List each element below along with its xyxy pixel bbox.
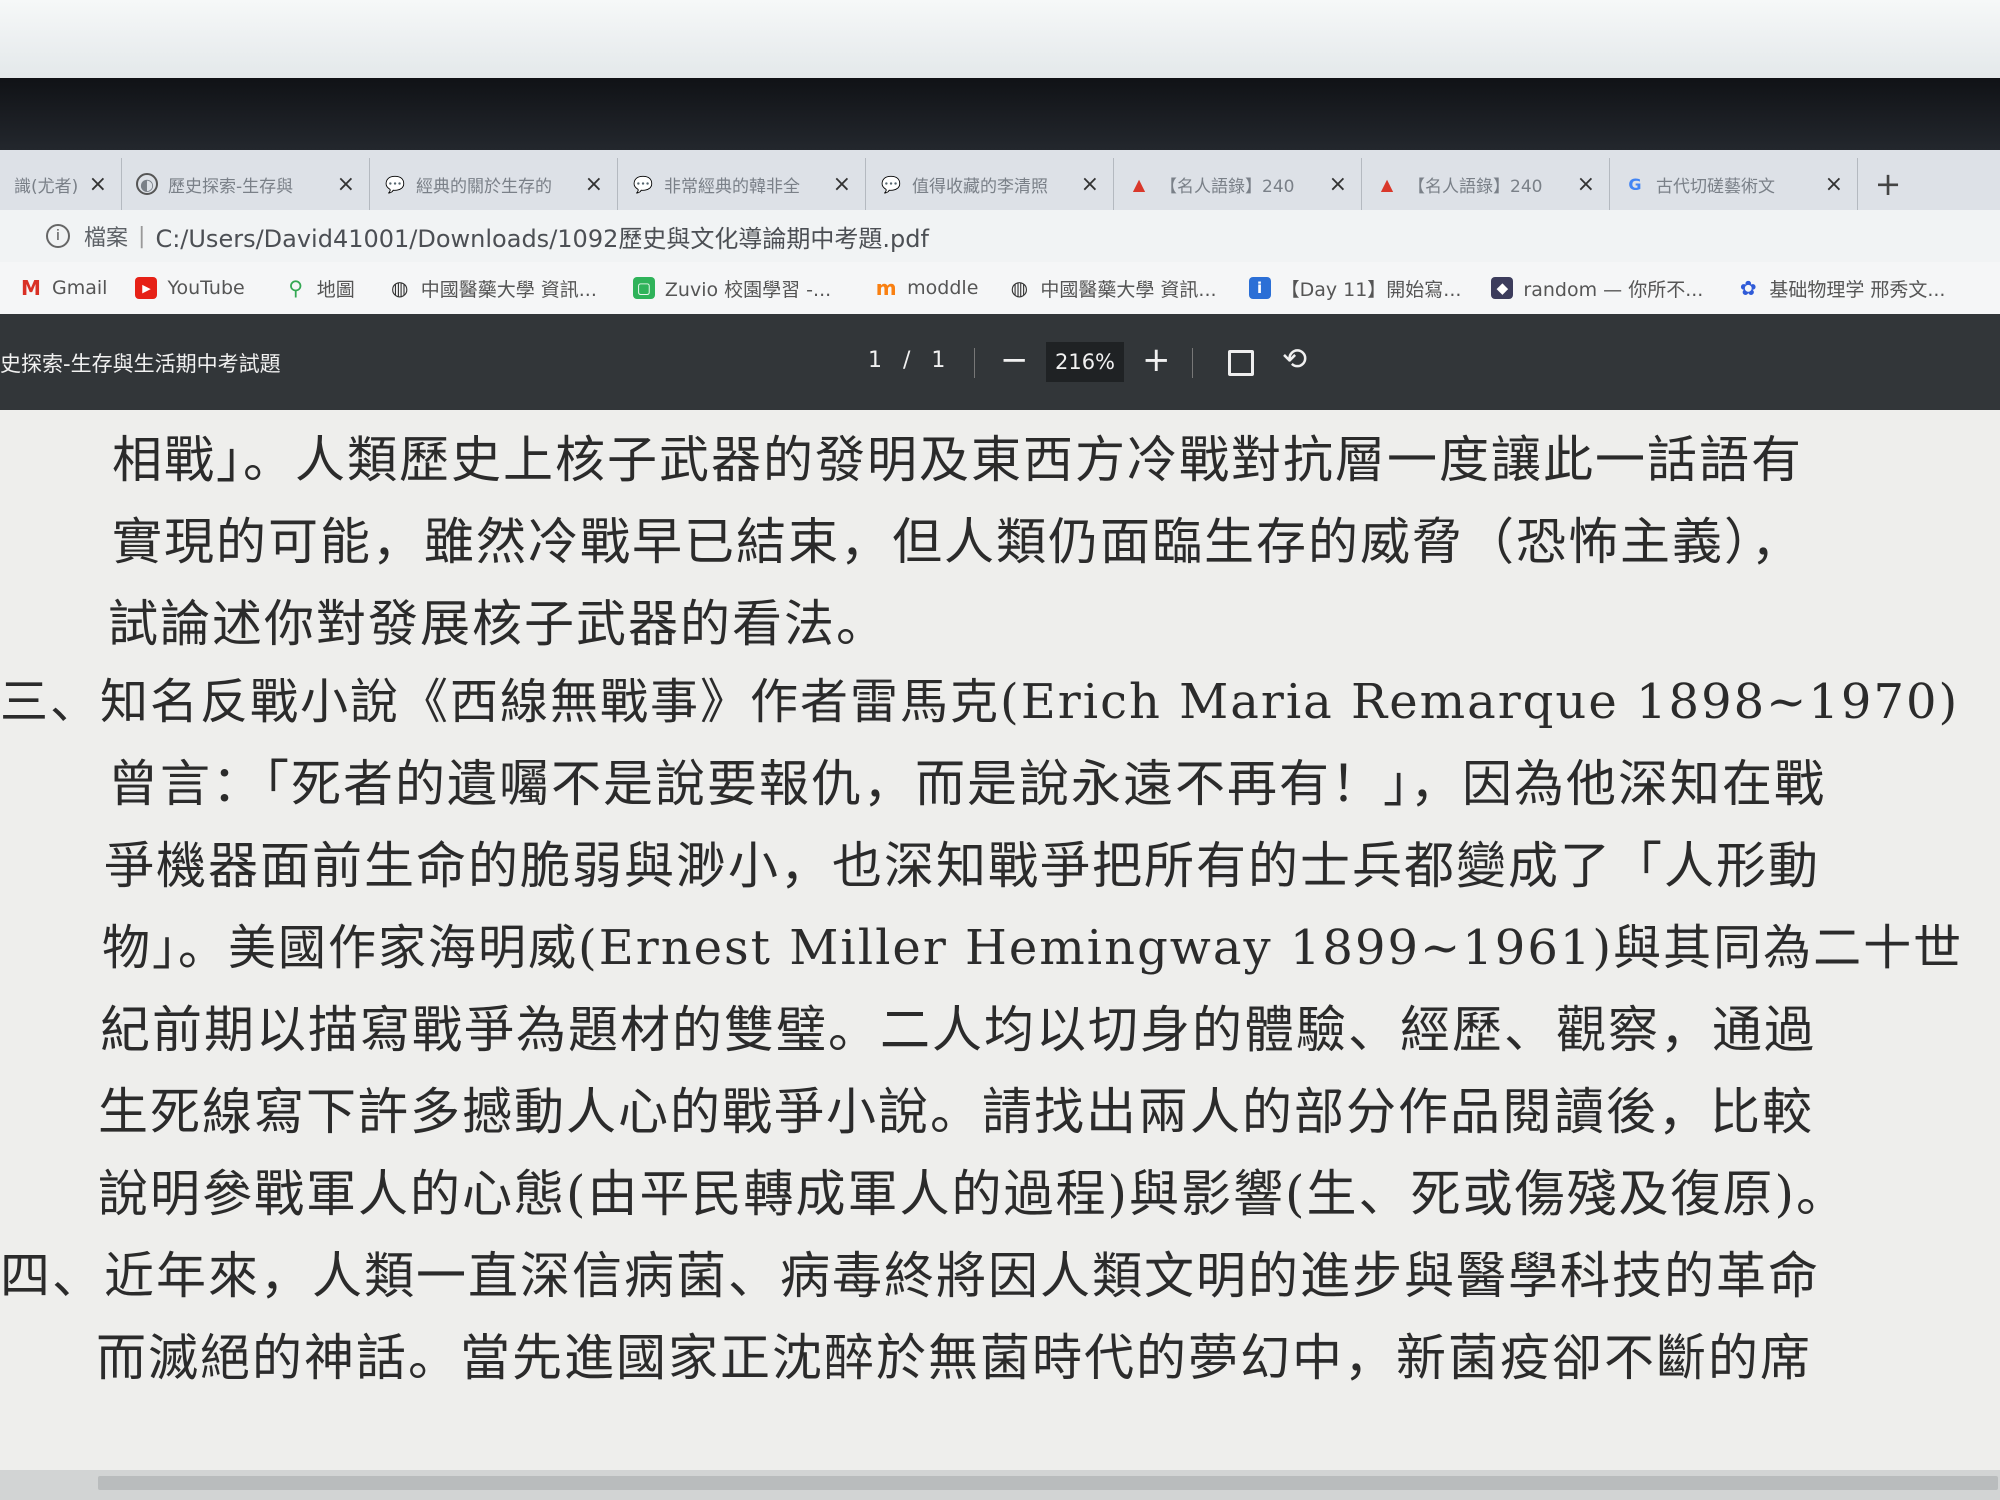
tab-label: 歷史探索-生存與 [168, 176, 294, 197]
text-line: 紀前期以描寫戰爭為題材的雙璧。二人均以切身的體驗、經歷、觀察，通過 [100, 1001, 1816, 1059]
zoom-level[interactable]: 216% [1046, 342, 1124, 382]
bookmark-label: Zuvio 校園學習 -... [664, 278, 832, 301]
chat-bubble-icon: 💬 [633, 174, 653, 194]
bookmark-cmu-2[interactable]: ◍ 中國醫藥大學 資訊... [1008, 275, 1217, 302]
globe-icon: ◐ [136, 173, 158, 195]
close-icon[interactable]: × [89, 172, 107, 197]
globe-icon: ◍ [1010, 276, 1029, 300]
bookmark-youtube[interactable]: ▶ YouTube [135, 277, 245, 299]
tab-7[interactable]: G 古代切磋藝術文 × [1610, 158, 1858, 210]
pdf-toolbar: 史探索-生存與生活期中考試題 1 / 1 − 216% + ⟲ [0, 314, 2000, 410]
bookmark-label: 中國醫藥大學 資訊... [1040, 278, 1217, 301]
text-line: 相戰」。人類歷史上核子武器的發明及東西方冷戰對抗層一度讓此一話語有 [112, 431, 1803, 489]
horizontal-scrollbar[interactable] [98, 1476, 1998, 1490]
pdf-icon: ▲ [1380, 174, 1394, 194]
bookmark-label: 【Day 11】開始寫... [1280, 278, 1462, 301]
bookmark-label: YouTube [167, 277, 245, 299]
bookmark-gmail[interactable]: M Gmail [20, 276, 108, 300]
tab-strip: 識(尤者) × ◐ 歷史探索-生存與 × 💬 經典的關於生存的 × 💬 非常經典… [0, 150, 2000, 210]
text-line: 四、近年來，人類一直深信病菌、病毒終將因人類文明的進步與醫學科技的革命 [0, 1247, 1820, 1305]
close-icon[interactable]: × [1825, 172, 1843, 197]
text-line: 三、知名反戰小說《西線無戰事》作者雷馬克(Erich Maria Remarqu… [0, 674, 1960, 730]
tab-label: 【名人語錄】240 [1160, 176, 1295, 197]
text-line: 物」。美國作家海明威(Ernest Miller Hemingway 1899~… [102, 920, 1964, 976]
total-pages: 1 [931, 348, 946, 373]
cube-icon: ◆ [1491, 277, 1514, 299]
bookmark-random[interactable]: ◆ random — 你所不... [1491, 275, 1703, 302]
chat-bubble-icon: 💬 [881, 174, 901, 194]
tab-label: 識(尤者) [14, 176, 79, 197]
bookmark-cmu-1[interactable]: ◍ 中國醫藥大學 資訊... [389, 275, 597, 302]
tab-6[interactable]: ▲ 【名人語錄】240 × [1362, 158, 1610, 210]
tab-label: 值得收藏的李清照 [912, 176, 1048, 197]
close-icon[interactable]: × [1081, 172, 1099, 197]
tab-4[interactable]: 💬 值得收藏的李清照 × [866, 158, 1114, 210]
current-page-input[interactable]: 1 [868, 348, 882, 373]
new-tab-button[interactable]: + [1858, 158, 1918, 210]
tab-label: 古代切磋藝術文 [1656, 176, 1775, 197]
zoom-in-button[interactable]: + [1142, 340, 1171, 380]
paw-icon: ✿ [1739, 276, 1757, 300]
zoom-out-button[interactable]: − [1000, 340, 1029, 380]
bookmark-label: random — 你所不... [1523, 278, 1704, 301]
address-bar[interactable]: i 檔案 | C:/Users/David41001/Downloads/109… [0, 210, 2000, 262]
protocol-label: 檔案 [84, 226, 129, 251]
bookmarks-bar: M Gmail ▶ YouTube ⚲ 地圖 ◍ 中國醫藥大學 資訊... ▢ … [0, 262, 2000, 315]
globe-icon: ◍ [390, 276, 409, 300]
google-icon: G [1628, 174, 1642, 194]
close-icon[interactable]: × [1329, 172, 1347, 197]
tab-3[interactable]: 💬 非常經典的韓非全 × [618, 158, 866, 210]
youtube-icon: ▶ [135, 277, 158, 299]
document-title: 史探索-生存與生活期中考試題 [0, 352, 281, 376]
tab-2[interactable]: 💬 經典的關於生存的 × [370, 158, 618, 210]
page-separator: / [903, 348, 911, 373]
page-indicator: 1 / 1 [868, 348, 945, 373]
chat-bubble-icon: 💬 [385, 174, 405, 194]
text-line: 試論述你對發展核子武器的看法。 [108, 595, 888, 653]
tab-label: 經典的關於生存的 [416, 176, 552, 197]
blog-icon: i [1248, 277, 1271, 299]
gmail-icon: M [21, 276, 41, 300]
bookmark-label: Gmail [52, 277, 108, 299]
divider: | [138, 223, 146, 249]
tab-1[interactable]: ◐ 歷史探索-生存與 × [122, 158, 370, 210]
bookmark-maps[interactable]: ⚲ 地圖 [285, 275, 355, 302]
close-icon[interactable]: × [585, 172, 603, 197]
rotate-icon[interactable]: ⟲ [1282, 342, 1307, 377]
text-line: 曾言：「死者的遺囑不是說要報仇，而是說永遠不再有！」，因為他深知在戰 [108, 755, 1826, 813]
divider [1192, 348, 1193, 378]
divider [974, 348, 975, 378]
bookmark-label: 地圖 [316, 278, 355, 301]
moodle-icon: m [875, 276, 897, 300]
bookmark-zuvio[interactable]: ▢ Zuvio 校園學習 -... [632, 275, 832, 302]
bookmark-moodle[interactable]: m moddle [875, 276, 979, 300]
close-icon[interactable]: × [337, 172, 355, 197]
text-line: 說明參戰軍人的心態(由平民轉成軍人的過程)與影響(生、死或傷殘及復原)。 [98, 1165, 1849, 1223]
url-text[interactable]: C:/Users/David41001/Downloads/1092歷史與文化導… [155, 219, 928, 254]
bookmark-label: 中國醫藥大學 資訊... [420, 278, 597, 301]
monitor-bezel [0, 78, 2000, 150]
tab-5[interactable]: ▲ 【名人語錄】240 × [1114, 158, 1362, 210]
tab-label: 【名人語錄】240 [1408, 176, 1543, 197]
tab-label: 非常經典的韓非全 [664, 176, 800, 197]
pdf-icon: ▲ [1132, 174, 1146, 194]
text-line: 而滅絕的神話。當先進國家正沈醉於無菌時代的夢幻中，新菌疫卻不斷的席 [96, 1329, 1812, 1387]
zuvio-icon: ▢ [632, 277, 655, 299]
text-line: 生死線寫下許多撼動人心的戰爭小說。請找出兩人的部分作品閱讀後，比較 [98, 1083, 1814, 1141]
pdf-page: 相戰」。人類歷史上核子武器的發明及東西方冷戰對抗層一度讓此一話語有 實現的可能，… [0, 410, 2000, 1470]
text-line: 爭機器面前生命的脆弱與渺小，也深知戰爭把所有的士兵都變成了「人形動 [104, 837, 1820, 895]
screen-glare [0, 0, 2000, 80]
bookmark-label: 基础物理学 邢秀文... [1769, 278, 1946, 301]
bookmark-label: moddle [907, 277, 979, 299]
tab-0[interactable]: 識(尤者) × [0, 158, 122, 210]
bookmark-physics[interactable]: ✿ 基础物理学 邢秀文... [1737, 275, 1946, 302]
bookmark-day11[interactable]: i 【Day 11】開始寫... [1248, 275, 1462, 302]
info-icon[interactable]: i [46, 224, 70, 248]
close-icon[interactable]: × [1577, 172, 1595, 197]
map-pin-icon: ⚲ [288, 276, 304, 300]
text-line: 實現的可能，雖然冷戰早已結束，但人類仍面臨生存的威脅（恐怖主義）， [112, 513, 1803, 571]
fit-page-icon[interactable] [1228, 350, 1254, 376]
close-icon[interactable]: × [833, 172, 851, 197]
